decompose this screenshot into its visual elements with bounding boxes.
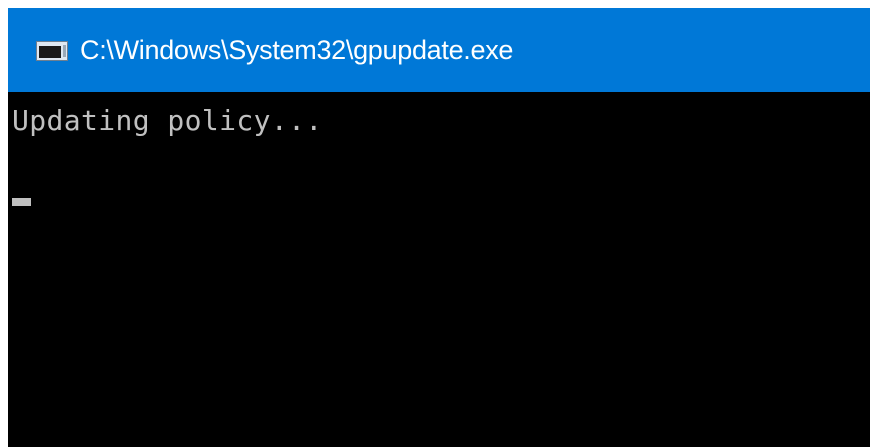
window-title: C:\Windows\System32\gpupdate.exe <box>80 35 514 65</box>
console-line: Updating policy... <box>12 104 323 137</box>
title-bar[interactable]: C:\Windows\System32\gpupdate.exe <box>8 8 870 92</box>
console-output[interactable]: Updating policy... <box>8 92 870 447</box>
console-window[interactable]: C:\Windows\System32\gpupdate.exe Updatin… <box>8 8 870 447</box>
text-cursor <box>12 198 31 206</box>
console-window-icon <box>36 41 68 61</box>
